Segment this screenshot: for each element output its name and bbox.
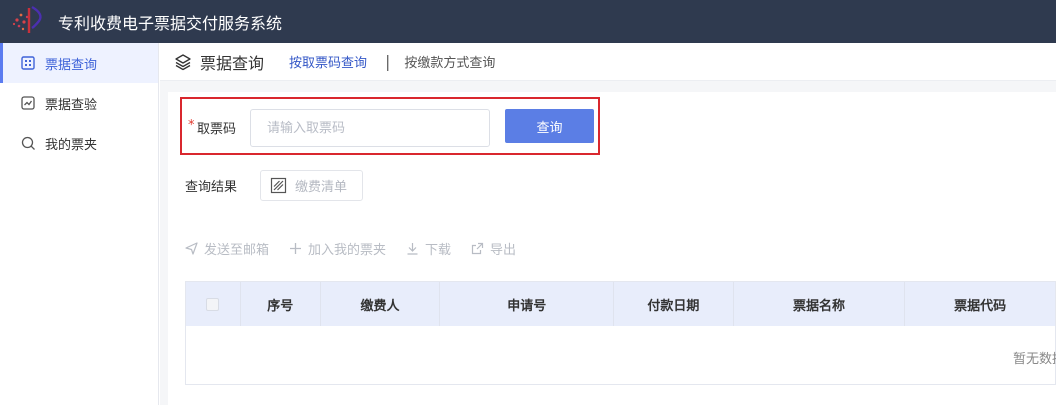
ticket-code-input[interactable] xyxy=(250,109,490,147)
column-header: 缴费人 xyxy=(321,282,441,326)
main-content: 票据查询 按取票码查询 | 按缴款方式查询 * 取票码 查询 查询结果 缴费清单… xyxy=(160,43,1056,405)
send-email-label: 发送至邮箱 xyxy=(204,243,270,258)
column-header: 申请号 xyxy=(440,282,614,326)
send-email-button[interactable]: 发送至邮箱 xyxy=(185,239,269,258)
export-button[interactable]: 导出 xyxy=(471,239,516,258)
fee-list-label: 缴费清单 xyxy=(295,180,348,195)
table-header: 序号 缴费人 申请号 付款日期 票据名称 票据代码 xyxy=(186,282,1055,326)
ticket-code-label: 取票码 xyxy=(197,122,237,137)
sidebar-item-label: 票据查验 xyxy=(45,97,98,113)
export-icon xyxy=(471,242,484,255)
select-all-cell xyxy=(186,282,241,326)
sidebar: 票据查询 票据查验 我的票夹 xyxy=(0,43,159,405)
sidebar-item-receipt-verify[interactable]: 票据查验 xyxy=(0,83,158,123)
results-table: 序号 缴费人 申请号 付款日期 票据名称 票据代码 暂无数据 xyxy=(185,281,1056,385)
download-icon xyxy=(406,242,419,255)
search-icon xyxy=(20,135,36,151)
query-button[interactable]: 查询 xyxy=(505,109,594,143)
column-header: 付款日期 xyxy=(614,282,734,326)
empty-state-text: 暂无数据 xyxy=(1013,352,1056,367)
layers-icon xyxy=(174,53,192,71)
receipt-list-icon xyxy=(20,55,36,71)
app-title: 专利收费电子票据交付服务系统 xyxy=(58,13,283,33)
sidebar-item-receipt-query[interactable]: 票据查询 xyxy=(0,43,158,83)
export-label: 导出 xyxy=(490,243,517,258)
sidebar-item-label: 票据查询 xyxy=(45,57,98,73)
tab-query-by-code[interactable]: 按取票码查询 xyxy=(289,52,367,71)
tab-query-by-payment[interactable]: 按缴款方式查询 xyxy=(404,52,495,71)
column-header: 票据代码 xyxy=(954,298,1007,314)
add-to-folder-label: 加入我的票夹 xyxy=(308,243,387,258)
breadcrumb: 票据查询 按取票码查询 | 按缴款方式查询 xyxy=(160,43,1056,81)
chart-check-icon xyxy=(20,95,36,111)
select-all-checkbox[interactable] xyxy=(206,297,220,311)
add-to-folder-button[interactable]: 加入我的票夹 xyxy=(289,239,386,258)
send-icon xyxy=(185,242,198,255)
action-toolbar: 发送至邮箱 加入我的票夹 下载 导出 xyxy=(185,239,536,258)
download-button[interactable]: 下载 xyxy=(406,239,451,258)
fee-list-button[interactable]: 缴费清单 xyxy=(260,170,363,201)
top-bar: 专利收费电子票据交付服务系统 xyxy=(0,0,1056,43)
tab-separator: | xyxy=(385,52,391,71)
sidebar-item-label: 我的票夹 xyxy=(45,137,98,153)
column-header: 序号 xyxy=(241,282,321,326)
download-label: 下载 xyxy=(425,243,452,258)
app-logo xyxy=(10,0,50,43)
required-mark: * xyxy=(188,118,195,133)
results-label: 查询结果 xyxy=(185,180,238,195)
column-header: 票据名称 xyxy=(734,282,906,326)
plus-icon xyxy=(289,242,302,255)
edit-icon xyxy=(270,177,295,194)
table-body: 暂无数据 xyxy=(186,326,1056,384)
search-form: * 取票码 查询 xyxy=(180,97,600,155)
sidebar-item-my-folder[interactable]: 我的票夹 xyxy=(0,123,158,163)
page-title: 票据查询 xyxy=(200,53,265,73)
query-panel: * 取票码 查询 查询结果 缴费清单 发送至邮箱 加入我的票夹 xyxy=(168,92,1056,405)
